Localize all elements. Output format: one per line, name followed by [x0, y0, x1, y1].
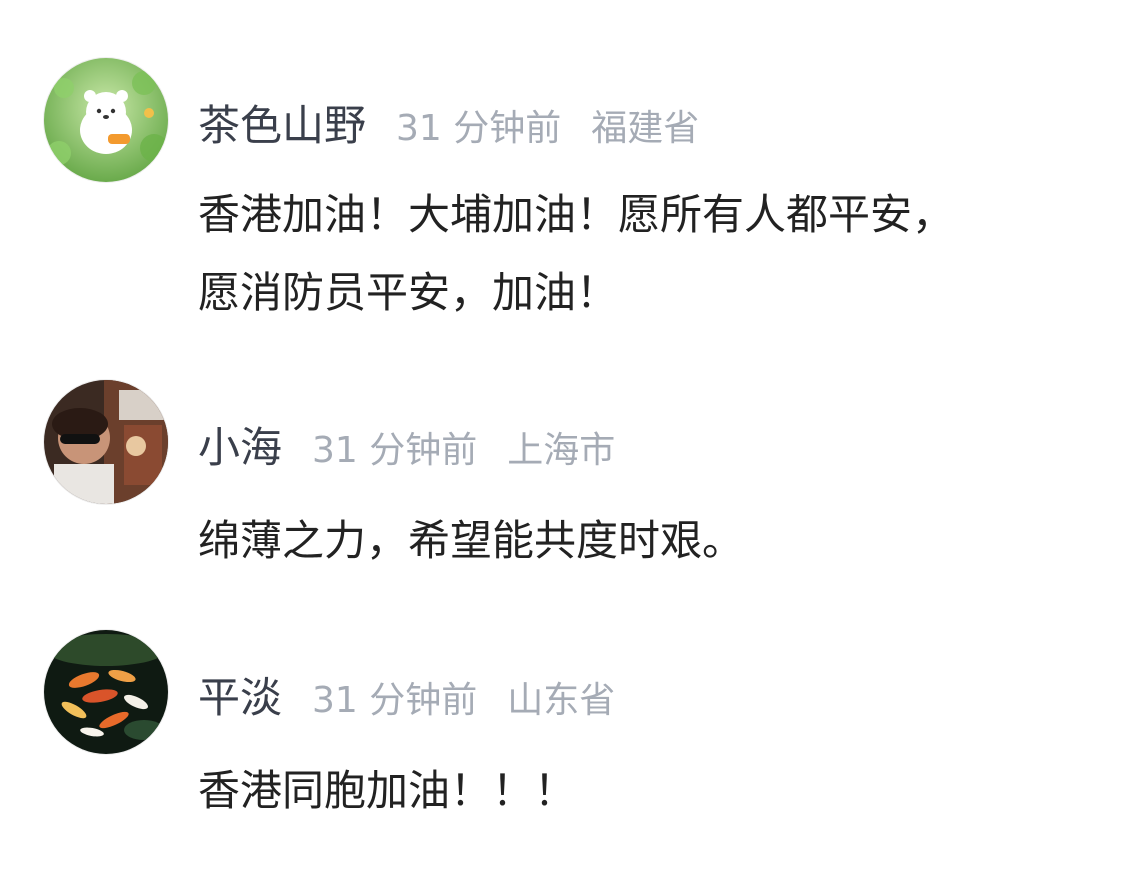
koi-fish-avatar-icon: [44, 630, 168, 754]
avatar[interactable]: [44, 630, 168, 754]
avatar[interactable]: [44, 380, 168, 504]
avatar[interactable]: [44, 58, 168, 182]
comment-meta: 小海 31 分钟前 上海市: [198, 414, 615, 475]
username[interactable]: 平淡: [198, 664, 282, 725]
comment-line: 绵薄之力，希望能共度时艰。: [198, 516, 745, 565]
timestamp: 31 分钟前: [312, 680, 478, 721]
comment-line: 愿消防员平安，加油！: [198, 268, 619, 317]
location: 福建省: [591, 108, 700, 149]
location: 上海市: [507, 430, 616, 471]
cartoon-bear-avatar-icon: [44, 58, 168, 182]
location: 山东省: [507, 680, 616, 721]
comment-text: 香港同胞加油！！！: [198, 752, 1098, 830]
comment-meta: 平淡 31 分钟前 山东省: [198, 664, 615, 725]
person-in-car-avatar-icon: [44, 380, 168, 504]
timestamp: 31 分钟前: [396, 108, 562, 149]
comment-line: 香港加油！大埔加油！愿所有人都平安，: [198, 190, 955, 239]
comment-text: 香港加油！大埔加油！愿所有人都平安， 愿消防员平安，加油！: [198, 176, 1098, 332]
comment-meta: 茶色山野 31 分钟前 福建省: [198, 92, 699, 153]
username[interactable]: 茶色山野: [198, 92, 366, 153]
comment-text: 绵薄之力，希望能共度时艰。: [198, 502, 1098, 580]
timestamp: 31 分钟前: [312, 430, 478, 471]
comment-line: 香港同胞加油！！！: [198, 766, 577, 815]
username[interactable]: 小海: [198, 414, 282, 475]
